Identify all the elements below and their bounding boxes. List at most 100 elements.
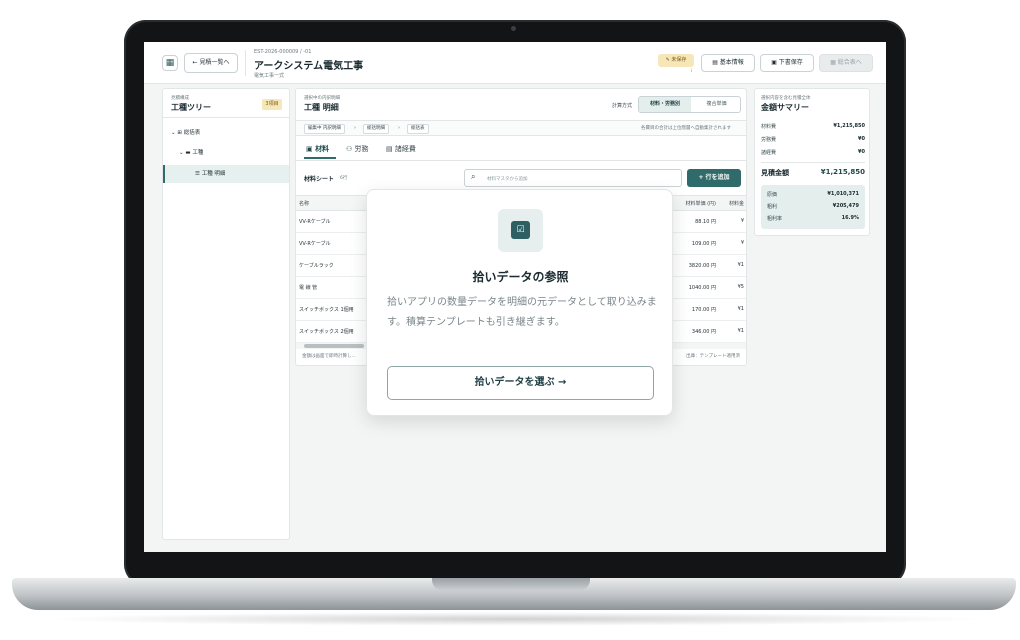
summary-sheet-label: 総合表へ bbox=[837, 59, 862, 66]
cost-label: 原価 bbox=[767, 192, 778, 198]
tab-label: 労務 bbox=[354, 145, 369, 153]
dialog-description: 拾いアプリの数量データを明細の元データとして取り込みます。積算テンプレートも引き… bbox=[387, 297, 657, 328]
header-divider bbox=[245, 50, 246, 76]
draft-save-label: 下書保存 bbox=[778, 59, 803, 66]
receipt-icon: ▤ bbox=[386, 145, 395, 153]
column-header-name: 名称 bbox=[299, 201, 310, 207]
page-subtitle: 電気工事一式 bbox=[254, 73, 285, 79]
calc-option-separate[interactable]: 材料・労務別 bbox=[639, 97, 691, 112]
cell-name: 電 線 管 bbox=[299, 285, 318, 291]
tree-item-label: 工種 bbox=[192, 150, 204, 156]
summary-caption: 選択内容を含む見積全体 bbox=[761, 96, 811, 101]
summary-label: 材料費 bbox=[761, 124, 777, 130]
total-label: 見積金額 bbox=[761, 169, 789, 177]
page-title: アークシステム電気工事 bbox=[254, 61, 364, 72]
back-to-list-button[interactable]: ← 見積一覧へ bbox=[184, 53, 238, 73]
tree-item-summary[interactable]: ⌄ ⊞ 総括表 bbox=[171, 127, 200, 139]
cell-material: ¥5 bbox=[737, 284, 744, 290]
unsaved-info-icon: i bbox=[691, 68, 693, 73]
basic-info-button[interactable]: ▤ 基本情報 bbox=[701, 54, 755, 72]
add-row-button[interactable]: + 行を追加 bbox=[687, 169, 741, 187]
gross-value: ¥205,479 bbox=[832, 203, 859, 209]
total-value: ¥1,215,850 bbox=[820, 168, 865, 176]
search-placeholder: 材料マスタから追加 bbox=[487, 177, 528, 182]
cost-box: 原価 ¥1,010,371 粗利 ¥205,479 粗利率 16.9% bbox=[761, 185, 865, 229]
search-icon: ⌕ bbox=[471, 172, 476, 181]
material-search-input[interactable]: ⌕ 材料マスタから追加 bbox=[464, 169, 682, 187]
summary-label: 諸経費 bbox=[761, 150, 777, 156]
cell-material: ¥ bbox=[740, 218, 744, 224]
tree-item-work[interactable]: ⌄ ▬ 工種 bbox=[179, 147, 203, 159]
tree-item-work-detail[interactable]: ☰ 工種 明細 bbox=[163, 165, 289, 183]
breadcrumb-item[interactable]: 総括明細 bbox=[363, 124, 389, 134]
cell-name: VV-Rケーブル bbox=[299, 241, 331, 247]
cell-unit-price: 109.00 円 bbox=[691, 241, 716, 247]
item-count-badge: 3項目 bbox=[262, 99, 282, 110]
summary-row-labor: 労務費 ¥0 bbox=[761, 136, 865, 143]
cell-unit-price: 88.10 円 bbox=[695, 219, 716, 225]
tree-title: 工種ツリー bbox=[171, 103, 211, 112]
estimate-number: EST-2026-000009 / -01 bbox=[254, 49, 312, 55]
tab-label: 材料 bbox=[315, 145, 330, 153]
margin-label: 粗利率 bbox=[767, 216, 783, 222]
cell-name: スイッチボックス 1個用 bbox=[299, 307, 354, 313]
summary-sheet-button[interactable]: ▦ 総合表へ bbox=[819, 54, 873, 72]
material-icon: ▣ bbox=[306, 145, 316, 153]
cell-name: スイッチボックス 2個用 bbox=[299, 329, 354, 335]
tree-divider bbox=[163, 117, 289, 118]
grid-menu-icon[interactable]: ▦ bbox=[162, 55, 178, 71]
tab-label: 諸経費 bbox=[394, 145, 416, 153]
app-header: ▦ ← 見積一覧へ EST-2026-000009 / -01 アークシステム電… bbox=[144, 42, 886, 84]
document-icon: ▤ bbox=[712, 59, 720, 66]
column-header-material: 材料金 bbox=[728, 201, 744, 207]
cell-unit-price: 346.00 円 bbox=[691, 329, 716, 335]
scrollbar-thumb[interactable] bbox=[304, 344, 364, 348]
summary-divider bbox=[761, 162, 865, 163]
chevron-right-icon: › bbox=[354, 125, 356, 131]
camera bbox=[511, 26, 516, 31]
cost-row: 原価 ¥1,010,371 bbox=[767, 191, 859, 198]
save-icon: ▣ bbox=[771, 59, 779, 66]
calc-option-composite[interactable]: 複合単価 bbox=[691, 97, 740, 112]
gross-label: 粗利 bbox=[767, 204, 778, 210]
dialog-title: 拾いデータの参照 bbox=[472, 270, 569, 284]
summary-value: ¥0 bbox=[858, 136, 865, 142]
checklist-icon: ☑ bbox=[511, 221, 530, 239]
dialog-icon-frame: ☑ bbox=[498, 209, 543, 252]
laptop-shadow bbox=[40, 612, 990, 626]
cell-material: ¥ bbox=[740, 240, 744, 246]
sheet-row-count: 6行 bbox=[340, 176, 348, 181]
calc-method-toggle: 材料・労務別 複合単価 bbox=[638, 96, 741, 113]
tab-divider bbox=[296, 160, 746, 161]
margin-row: 粗利率 16.9% bbox=[767, 215, 859, 222]
amount-summary-panel: 選択内容を含む見積全体 金額サマリー 材料費 ¥1,215,850 労務費 ¥0… bbox=[754, 88, 870, 236]
cell-name: VV-Rケーブル bbox=[299, 219, 331, 225]
unsaved-badge: ✎ 未保存 bbox=[658, 54, 694, 67]
summary-row-overhead: 諸経費 ¥0 bbox=[761, 149, 865, 156]
breadcrumb: 編集中 内訳明細 › 総括明細 › 総括表 各費目の合計は上位階層へ自動集計され… bbox=[296, 120, 746, 136]
summary-title: 金額サマリー bbox=[761, 103, 809, 112]
detail-title: 工種 明細 bbox=[304, 103, 339, 112]
select-pickup-data-button[interactable]: 拾いデータを選ぶ → bbox=[387, 366, 654, 400]
app-screen: ▦ ← 見積一覧へ EST-2026-000009 / -01 アークシステム電… bbox=[144, 42, 886, 552]
tree-item-label: 総括表 bbox=[183, 130, 201, 136]
chevron-right-icon: › bbox=[398, 125, 400, 131]
work-tree-panel: 見積構成 工種ツリー 3項目 ⌄ ⊞ 総括表 ⌄ ▬ 工種 ☰ 工種 明細 bbox=[162, 88, 290, 540]
template-status: 出庫：テンプレート適用済 bbox=[686, 354, 740, 359]
cell-unit-price: 1040.00 円 bbox=[688, 285, 716, 291]
people-icon: ⚇ bbox=[346, 145, 355, 153]
list-icon: ☰ bbox=[195, 171, 202, 177]
cost-value: ¥1,010,371 bbox=[827, 191, 859, 197]
detail-caption: 選択中の内訳明細 bbox=[304, 96, 340, 101]
draft-save-button[interactable]: ▣ 下書保存 bbox=[760, 54, 814, 72]
tab-overhead[interactable]: ▤ 諸経費 bbox=[386, 144, 416, 154]
breadcrumb-item[interactable]: 編集中 内訳明細 bbox=[304, 124, 345, 134]
laptop-frame: ▦ ← 見積一覧へ EST-2026-000009 / -01 アークシステム電… bbox=[0, 0, 1020, 640]
cell-name: ケーブルラック bbox=[299, 263, 334, 269]
tab-labor[interactable]: ⚇ 労務 bbox=[346, 144, 369, 154]
calc-method-label: 計算方式 bbox=[612, 103, 633, 109]
cell-unit-price: 170.00 円 bbox=[691, 307, 716, 313]
laptop-notch bbox=[432, 578, 590, 590]
breadcrumb-item[interactable]: 総括表 bbox=[407, 124, 429, 134]
tab-material[interactable]: ▣ 材料 bbox=[306, 144, 329, 154]
